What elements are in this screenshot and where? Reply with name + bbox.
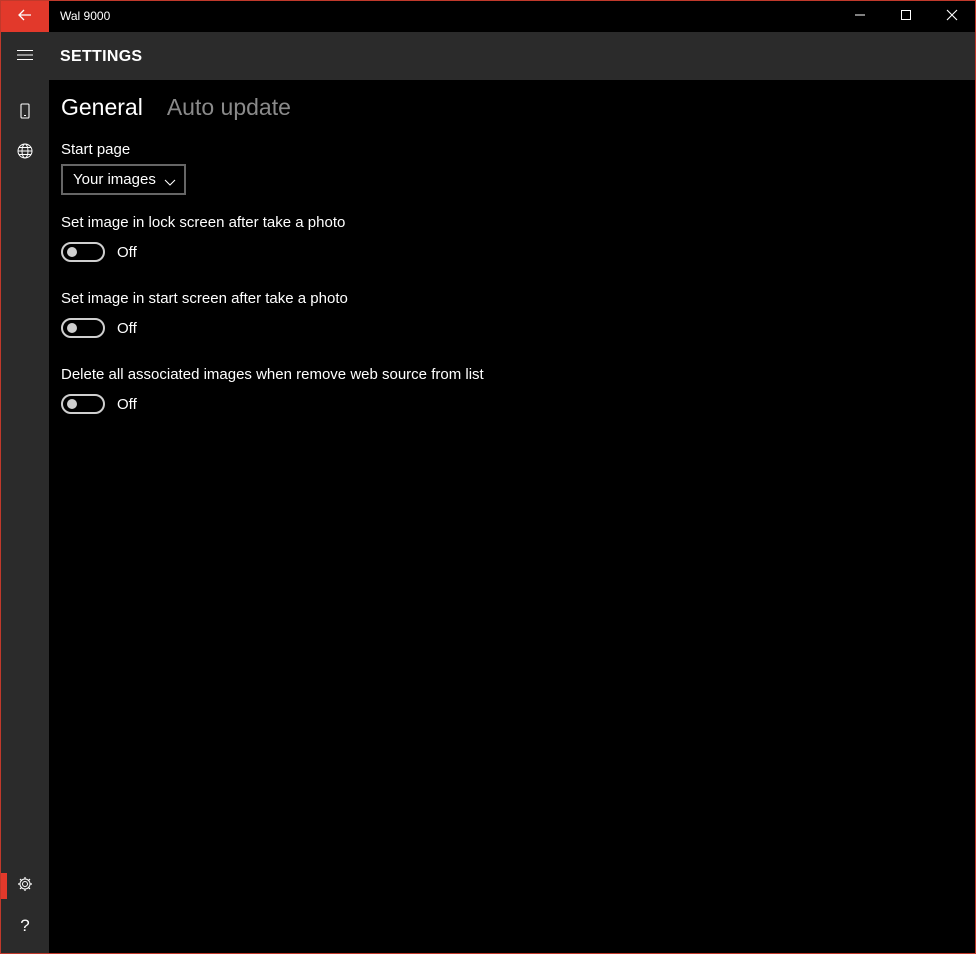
start-screen-toggle-row: Off xyxy=(61,318,137,338)
close-icon xyxy=(946,8,958,26)
delete-images-toggle-row: Off xyxy=(61,394,137,414)
start-page-label: Start page xyxy=(61,141,131,158)
page-header: SETTINGS xyxy=(49,32,975,80)
rail-item-help[interactable]: ? xyxy=(1,906,49,946)
start-screen-toggle[interactable] xyxy=(61,318,105,338)
maximize-icon xyxy=(900,8,912,26)
window-title: Wal 9000 xyxy=(60,9,111,23)
chevron-down-icon xyxy=(164,174,176,192)
rail-item-web[interactable] xyxy=(1,133,49,173)
minimize-button[interactable] xyxy=(837,1,883,32)
page-title: SETTINGS xyxy=(60,48,143,65)
start-screen-toggle-state: Off xyxy=(117,319,137,337)
globe-icon xyxy=(17,143,33,164)
navigation-rail: ? xyxy=(1,32,49,953)
delete-images-label: Delete all associated images when remove… xyxy=(61,366,484,383)
hamburger-menu-icon xyxy=(17,48,33,66)
tab-general[interactable]: General xyxy=(61,92,143,122)
toggle-knob xyxy=(67,247,77,257)
rail-item-settings[interactable] xyxy=(1,866,49,906)
delete-images-toggle[interactable] xyxy=(61,394,105,414)
delete-images-toggle-state: Off xyxy=(117,395,137,413)
app-window: Wal 9000 ? SETTINGS General Auto update … xyxy=(0,0,976,954)
tab-auto-update[interactable]: Auto update xyxy=(167,92,291,122)
back-button[interactable] xyxy=(1,1,49,32)
start-screen-label: Set image in start screen after take a p… xyxy=(61,290,348,307)
back-arrow-icon xyxy=(18,8,32,26)
maximize-button[interactable] xyxy=(883,1,929,32)
title-bar: Wal 9000 xyxy=(1,1,975,32)
lock-screen-label: Set image in lock screen after take a ph… xyxy=(61,214,346,231)
tab-bar: General Auto update xyxy=(61,92,291,122)
toggle-knob xyxy=(67,323,77,333)
toggle-knob xyxy=(67,399,77,409)
lock-screen-toggle[interactable] xyxy=(61,242,105,262)
minimize-icon xyxy=(854,8,866,26)
hamburger-menu-button[interactable] xyxy=(1,37,49,77)
gear-icon xyxy=(17,876,33,897)
start-page-dropdown[interactable]: Your images xyxy=(61,164,186,195)
lock-screen-toggle-state: Off xyxy=(117,243,137,261)
lock-screen-toggle-row: Off xyxy=(61,242,137,262)
close-button[interactable] xyxy=(929,1,975,32)
start-page-value: Your images xyxy=(73,171,156,188)
help-icon: ? xyxy=(20,916,30,935)
rail-item-device[interactable] xyxy=(1,93,49,133)
phone-icon xyxy=(20,102,30,124)
